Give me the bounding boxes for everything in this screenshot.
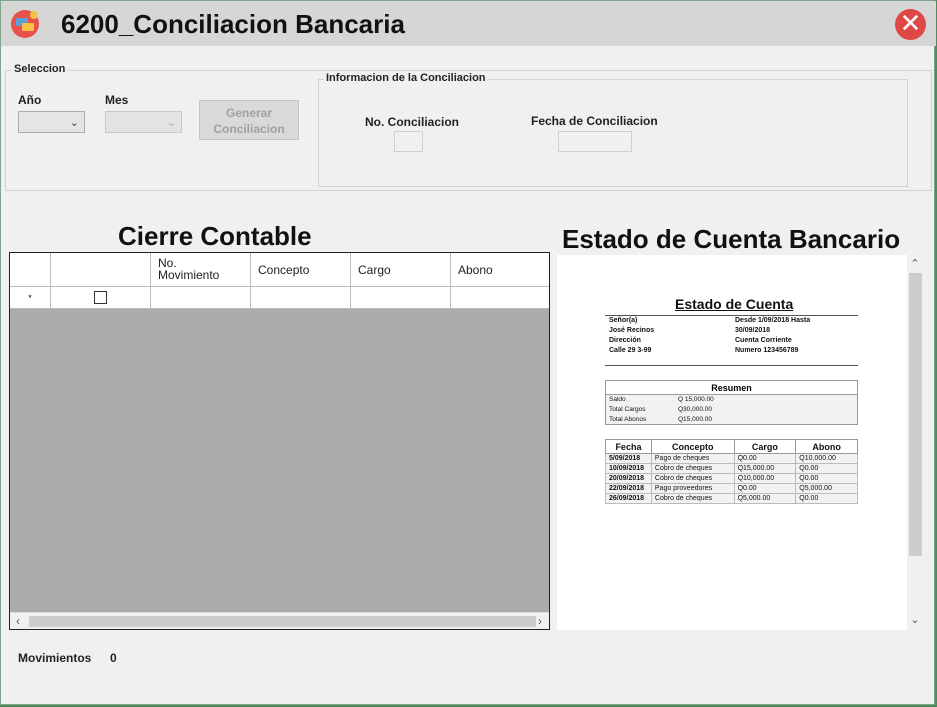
summary-label: Total Abonos: [609, 416, 647, 423]
bank-app-icon: [11, 10, 39, 38]
estado-cuenta-title: Estado de Cuenta Bancario: [562, 224, 901, 254]
viewer-vertical-scrollbar[interactable]: ⌃ ⌄: [907, 255, 923, 630]
chevron-down-icon: ⌄: [166, 117, 176, 129]
summary-label: Saldo: [609, 396, 626, 403]
table-row: 22/09/2018 Pago proveedores Q0.00 Q5,000…: [605, 483, 858, 494]
grid-header-cargo[interactable]: Cargo: [351, 253, 451, 287]
cell-cargo: Q10,000.00: [733, 473, 797, 484]
row-cargo-cell[interactable]: [351, 287, 451, 309]
conciliation-number-label: No. Conciliacion: [365, 115, 460, 129]
cell-cargo: Q0.00: [733, 453, 797, 464]
scrollbar-thumb[interactable]: [909, 273, 922, 556]
cell-concepto: Pago de cheques: [650, 453, 735, 464]
table-row: 10/09/2018 Cobro de cheques Q15,000.00 Q…: [605, 463, 858, 474]
cell-concepto: Cobro de cheques: [650, 463, 735, 474]
row-concepto-cell[interactable]: [251, 287, 351, 309]
grid-horizontal-scrollbar[interactable]: ‹ ›: [10, 612, 549, 629]
cell-concepto: Cobro de cheques: [650, 473, 735, 484]
divider: [605, 315, 858, 316]
statement-left-line: José Recinos: [609, 327, 655, 334]
table-header-row: Fecha Concepto Cargo Abono: [605, 439, 858, 454]
summary-title: Resumen: [606, 381, 857, 395]
scroll-right-icon[interactable]: ›: [532, 613, 548, 630]
cell-abono: Q5,000.00: [795, 483, 858, 494]
row-selector[interactable]: *: [10, 287, 51, 309]
statement-right-line: Numero 123456789: [735, 347, 799, 354]
cell-fecha: 26/09/2018: [605, 493, 652, 504]
cell-fecha: 22/09/2018: [605, 483, 652, 494]
main-window: 6200_Conciliacion Bancaria ✕ Seleccion A…: [0, 0, 936, 705]
grid-header-abono[interactable]: Abono: [451, 253, 549, 287]
col-fecha: Fecha: [605, 439, 652, 454]
row-checkbox-cell[interactable]: [51, 287, 151, 309]
conciliation-date-label: Fecha de Conciliacion: [531, 114, 658, 128]
window-title: 6200_Conciliacion Bancaria: [61, 9, 405, 39]
title-bar: 6200_Conciliacion Bancaria ✕: [1, 1, 936, 46]
grid-header-checkbox: [51, 253, 151, 287]
cell-concepto: Pago proveedores: [650, 483, 735, 494]
scrollbar-thumb[interactable]: [29, 616, 536, 627]
summary-box: Resumen Saldo Q 15,000.00 Total Cargos Q…: [605, 380, 858, 425]
year-label: Año: [18, 93, 42, 107]
grid-header: No. Movimiento Concepto Cargo Abono: [10, 253, 549, 287]
cell-cargo: Q5,000.00: [733, 493, 797, 504]
grid-new-row[interactable]: *: [10, 287, 549, 309]
table-row: 20/09/2018 Cobro de cheques Q10,000.00 Q…: [605, 473, 858, 484]
month-label: Mes: [105, 93, 129, 107]
generate-conciliation-button[interactable]: Generar Conciliacion: [199, 100, 299, 140]
row-checkbox[interactable]: [94, 291, 107, 304]
statement-right-line: 30/09/2018: [735, 327, 771, 334]
cierre-contable-grid[interactable]: No. Movimiento Concepto Cargo Abono * ‹ …: [9, 252, 550, 630]
row-no-movimiento-cell[interactable]: [151, 287, 251, 309]
statement-right-line: Desde 1/09/2018 Hasta: [735, 317, 811, 324]
col-abono: Abono: [795, 439, 858, 454]
cell-concepto: Cobro de cheques: [650, 493, 735, 504]
cell-fecha: 5/09/2018: [605, 453, 652, 464]
cell-cargo: Q15,000.00: [733, 463, 797, 474]
cell-cargo: Q0.00: [733, 483, 797, 494]
statement-left-line: Señor(a): [609, 317, 638, 324]
col-cargo: Cargo: [733, 439, 797, 454]
summary-value: Q 15,000.00: [678, 396, 714, 403]
divider: [605, 365, 858, 366]
statement-movements-table: Fecha Concepto Cargo Abono 5/09/2018 Pag…: [605, 439, 858, 504]
summary-value: Q30,000.00: [678, 406, 712, 413]
year-select[interactable]: ⌄: [18, 111, 85, 133]
statement-left-line: Calle 29 3-99: [609, 347, 652, 354]
grid-header-row-selector: [10, 253, 51, 287]
scroll-up-icon[interactable]: ⌃: [907, 257, 923, 270]
table-row: 5/09/2018 Pago de cheques Q0.00 Q10,000.…: [605, 453, 858, 464]
cell-abono: Q0.00: [795, 463, 858, 474]
chevron-down-icon: ⌄: [69, 117, 79, 129]
seleccion-group-label: Seleccion: [12, 63, 68, 75]
conciliation-date-field: [558, 131, 632, 152]
conciliation-number-field: [394, 131, 423, 152]
cell-abono: Q0.00: [795, 493, 858, 504]
grid-header-no-movimiento[interactable]: No. Movimiento: [151, 253, 251, 287]
cell-fecha: 10/09/2018: [605, 463, 652, 474]
cierre-contable-title: Cierre Contable: [118, 221, 312, 251]
col-concepto: Concepto: [650, 439, 735, 454]
movements-count-label: Movimientos: [18, 651, 92, 665]
info-group-label: Informacion de la Conciliacion: [324, 72, 488, 84]
close-button[interactable]: ✕: [895, 9, 926, 40]
table-row: 26/09/2018 Cobro de cheques Q5,000.00 Q0…: [605, 493, 858, 504]
scroll-left-icon[interactable]: ‹: [10, 613, 26, 630]
cell-abono: Q10,000.00: [795, 453, 858, 464]
row-abono-cell[interactable]: [451, 287, 549, 309]
scroll-down-icon[interactable]: ⌄: [907, 613, 923, 626]
month-select[interactable]: ⌄: [105, 111, 182, 133]
movements-count-value: 0: [110, 651, 117, 665]
cell-fecha: 20/09/2018: [605, 473, 652, 484]
summary-value: Q15,000.00: [678, 416, 712, 423]
grid-header-concepto[interactable]: Concepto: [251, 253, 351, 287]
cell-abono: Q0.00: [795, 473, 858, 484]
statement-heading: Estado de Cuenta: [675, 296, 794, 312]
summary-label: Total Cargos: [609, 406, 646, 413]
statement-left-line: Dirección: [609, 337, 641, 344]
statement-right-line: Cuenta Corriente: [735, 337, 792, 344]
